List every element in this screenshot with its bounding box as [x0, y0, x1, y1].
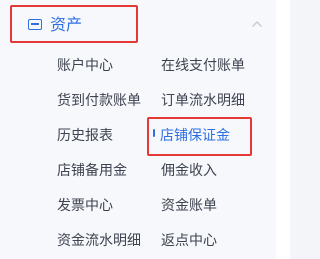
- menu-item-store-deposit[interactable]: 店铺保证金: [160, 127, 230, 145]
- asset-menu-page: 资产 账户中心 在线支付账单 货到付款账单 订单流水明细 历史报表 店铺保证金 …: [0, 0, 320, 259]
- menu-item-cod-bill[interactable]: 货到付款账单: [57, 92, 141, 110]
- menu-item-history-reports[interactable]: 历史报表: [57, 127, 113, 145]
- chevron-up-icon[interactable]: [249, 16, 265, 32]
- wallet-icon: [28, 19, 42, 30]
- menu-item-order-flow-details[interactable]: 订单流水明细: [161, 92, 245, 110]
- menu-item-online-payment-bill[interactable]: 在线支付账单: [161, 57, 245, 75]
- asset-section-title: 资产: [50, 15, 83, 34]
- menu-item-store-reserve-fund[interactable]: 店铺备用金: [57, 162, 127, 180]
- content-background: [290, 0, 320, 259]
- active-indicator: [153, 129, 155, 137]
- menu-item-account-center[interactable]: 账户中心: [57, 57, 113, 75]
- menu-item-rebate-center[interactable]: 返点中心: [161, 232, 217, 250]
- menu-item-invoice-center[interactable]: 发票中心: [57, 197, 113, 215]
- menu-item-commission-income[interactable]: 佣金收入: [161, 162, 217, 180]
- menu-item-fund-flow-details[interactable]: 资金流水明细: [57, 232, 141, 250]
- menu-item-fund-bill[interactable]: 资金账单: [161, 197, 217, 215]
